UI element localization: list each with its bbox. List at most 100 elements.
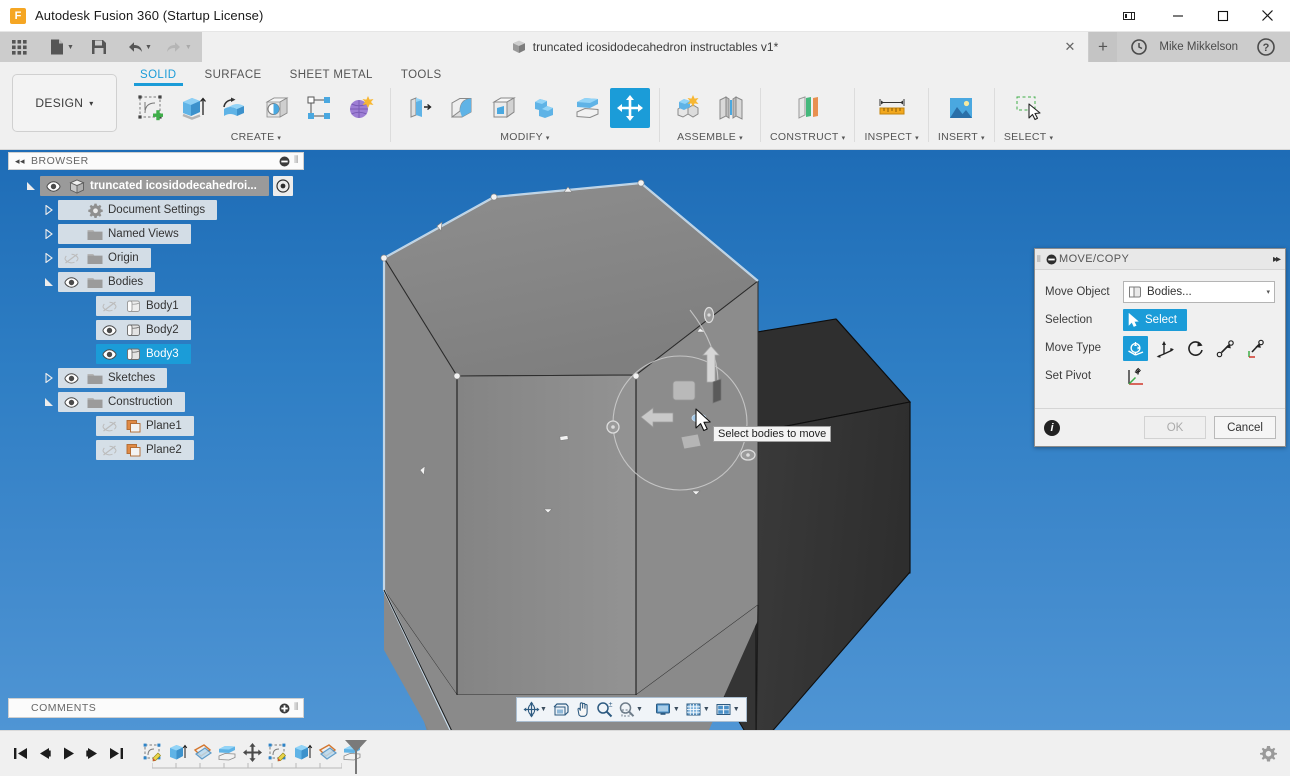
browser-minimize-icon[interactable]: [278, 155, 290, 167]
browser-item-content[interactable]: Plane2: [96, 440, 194, 460]
ribbon-group-label-assemble[interactable]: ASSEMBLE ▾: [677, 131, 743, 143]
move-type-point-to-point-icon[interactable]: [1213, 336, 1238, 361]
measure-icon[interactable]: [872, 88, 912, 128]
job-status-clock-icon[interactable]: [1125, 32, 1153, 62]
look-at-icon[interactable]: [550, 699, 572, 720]
chevron-down-icon[interactable]: [22, 181, 40, 191]
viewports-icon[interactable]: [713, 699, 735, 720]
go-to-beginning-button[interactable]: [8, 740, 32, 766]
orbit-caret[interactable]: ▼: [540, 706, 547, 713]
browser-item-body2[interactable]: Body2: [8, 320, 304, 340]
browser-collapse-icon[interactable]: ◂◂: [9, 156, 31, 167]
new-tab-button[interactable]: +: [1089, 32, 1117, 62]
help-icon[interactable]: ?: [1252, 32, 1280, 62]
create-sketch-icon[interactable]: [131, 88, 171, 128]
browser-item-plane1[interactable]: Plane1: [8, 416, 304, 436]
browser-item-content[interactable]: Sketches: [58, 368, 168, 388]
ribbon-group-label-create[interactable]: CREATE ▾: [231, 131, 281, 143]
fillet-icon[interactable]: [442, 88, 482, 128]
visibility-eye-off-icon[interactable]: [96, 416, 122, 436]
browser-resize-grip[interactable]: ⦀: [294, 155, 300, 167]
press-pull-icon[interactable]: [400, 88, 440, 128]
maximize-button[interactable]: [1200, 0, 1245, 32]
chevron-down-icon[interactable]: [40, 277, 58, 287]
visibility-eye-icon[interactable]: [58, 392, 84, 412]
browser-item-content[interactable]: Body1: [96, 296, 191, 316]
move-type-translate-icon[interactable]: [1153, 336, 1178, 361]
save-icon[interactable]: [86, 34, 112, 60]
browser-item-truncated-icosidodecahedroi[interactable]: truncated icosidodecahedroi...: [8, 176, 304, 196]
ok-button[interactable]: OK: [1144, 416, 1206, 439]
comments-resize-grip[interactable]: ⦀: [294, 702, 300, 714]
browser-item-body3[interactable]: Body3: [8, 344, 304, 364]
dialog-title-bar[interactable]: ⦀ MOVE/COPY ▸▸: [1035, 249, 1285, 270]
timeline-settings-gear-icon[interactable]: [1259, 745, 1278, 764]
play-button[interactable]: [56, 740, 80, 766]
select-button[interactable]: Select: [1123, 309, 1187, 331]
grid-snaps-icon[interactable]: [683, 699, 705, 720]
info-icon[interactable]: i: [1044, 419, 1060, 436]
chevron-right-icon[interactable]: [40, 229, 58, 239]
visibility-eye-icon[interactable]: [58, 368, 84, 388]
revolve-icon[interactable]: [215, 88, 255, 128]
browser-item-content[interactable]: Bodies: [58, 272, 156, 292]
viewports-caret[interactable]: ▼: [733, 706, 740, 713]
browser-item-content[interactable]: Named Views: [58, 224, 191, 244]
ribbon-group-label-select[interactable]: SELECT ▾: [1004, 131, 1053, 143]
rectangular-pattern-icon[interactable]: [299, 88, 339, 128]
minimize-button[interactable]: [1155, 0, 1200, 32]
tab-solid[interactable]: SOLID: [126, 68, 191, 86]
dialog-expand-icon[interactable]: ▸▸: [1273, 254, 1281, 265]
move-copy-dialog[interactable]: ⦀ MOVE/COPY ▸▸ Move Object Bodies... ▾ S…: [1034, 248, 1286, 447]
move-object-select[interactable]: Bodies... ▾: [1123, 281, 1275, 303]
browser-item-bodies[interactable]: Bodies: [8, 272, 304, 292]
chevron-right-icon[interactable]: [40, 205, 58, 215]
app-grid-icon[interactable]: [6, 34, 32, 60]
go-to-end-button[interactable]: [104, 740, 128, 766]
browser-item-content[interactable]: Construction: [58, 392, 185, 412]
browser-item-plane2[interactable]: Plane2: [8, 440, 304, 460]
document-tab-close-icon[interactable]: ✕: [1062, 39, 1078, 55]
insert-image-icon[interactable]: [941, 88, 981, 128]
tab-tools[interactable]: TOOLS: [387, 68, 456, 82]
combine-icon[interactable]: [526, 88, 566, 128]
new-component-icon[interactable]: [669, 88, 709, 128]
cancel-button[interactable]: Cancel: [1214, 416, 1276, 439]
split-body-icon[interactable]: [568, 88, 608, 128]
browser-item-content[interactable]: truncated icosidodecahedroi...: [40, 176, 269, 196]
component-activate-icon[interactable]: [272, 176, 293, 196]
chevron-right-icon[interactable]: [40, 253, 58, 263]
move-type-rotate-icon[interactable]: [1183, 336, 1208, 361]
document-tab[interactable]: truncated icosidodecahedron instructable…: [202, 32, 1088, 62]
undo-caret[interactable]: ▼: [145, 44, 152, 51]
move-type-point-to-position-icon[interactable]: [1243, 336, 1268, 361]
comments-panel[interactable]: COMMENTS ⦀: [8, 698, 304, 718]
file-menu-caret[interactable]: ▼: [67, 44, 74, 51]
dialog-minimize-icon[interactable]: [1043, 254, 1059, 265]
visibility-eye-icon[interactable]: [96, 320, 122, 340]
ribbon-group-label-insert[interactable]: INSERT ▾: [938, 131, 985, 143]
create-form-icon[interactable]: [341, 88, 381, 128]
chevron-down-icon[interactable]: [40, 397, 58, 407]
grid-snaps-caret[interactable]: ▼: [703, 706, 710, 713]
visibility-eye-icon[interactable]: [96, 344, 122, 364]
browser-item-body1[interactable]: Body1: [8, 296, 304, 316]
browser-item-content[interactable]: Origin: [58, 248, 151, 268]
timeline-marker[interactable]: [341, 738, 371, 776]
step-back-button[interactable]: [32, 740, 56, 766]
browser-item-content[interactable]: Body3: [96, 344, 191, 364]
orbit-icon[interactable]: [520, 699, 542, 720]
select-window-icon[interactable]: [1009, 88, 1049, 128]
browser-item-content[interactable]: Body2: [96, 320, 191, 340]
browser-item-content[interactable]: Plane1: [96, 416, 194, 436]
browser-item-named-views[interactable]: Named Views: [8, 224, 304, 244]
set-pivot-icon[interactable]: [1123, 364, 1148, 389]
browser-item-sketches[interactable]: Sketches: [8, 368, 304, 388]
ribbon-group-label-construct[interactable]: CONSTRUCT ▾: [770, 131, 845, 143]
close-button[interactable]: [1245, 0, 1290, 32]
tab-sheet-metal[interactable]: SHEET METAL: [276, 68, 387, 82]
zoom-window-caret[interactable]: ▼: [636, 706, 643, 713]
browser-item-origin[interactable]: Origin: [8, 248, 304, 268]
chevron-right-icon[interactable]: [40, 373, 58, 383]
hole-icon[interactable]: [257, 88, 297, 128]
